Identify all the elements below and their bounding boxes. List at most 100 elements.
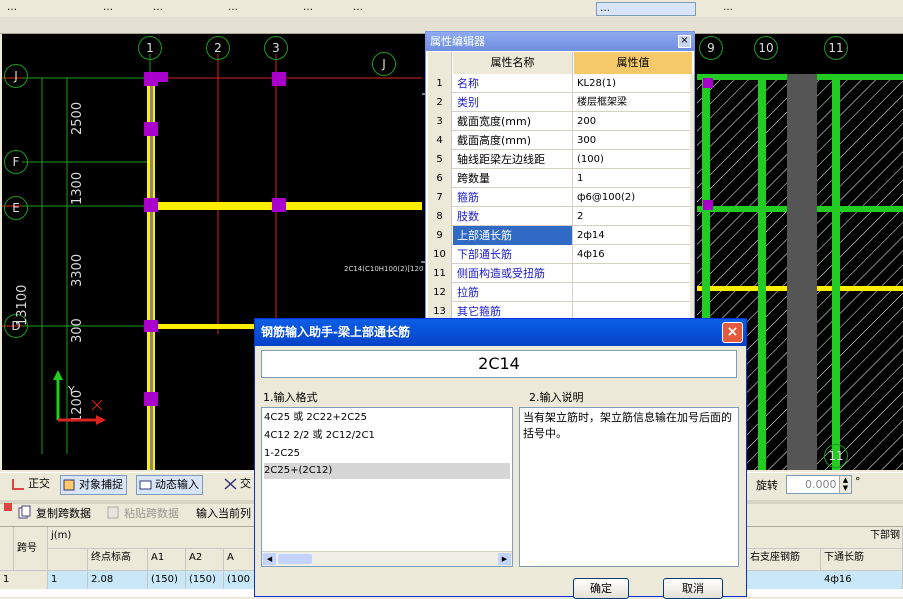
cell-end-elev[interactable]: 2.08 (88, 571, 148, 589)
rebar-dialog-titlebar[interactable]: 钢筋输入助手-梁上部通长筋 × (255, 319, 746, 346)
format-section-label: 1.输入格式 (263, 391, 318, 404)
dynamic-input-button[interactable]: 动态输入 (136, 475, 203, 495)
dimension-text: 2500 (70, 101, 85, 135)
list-item[interactable]: 4C25 或 2C22+2C25 (264, 410, 510, 426)
property-row-number: 11 (428, 264, 452, 283)
property-value[interactable] (574, 264, 692, 283)
toolbar-button-active[interactable]: … (596, 2, 696, 16)
property-row-number: 8 (428, 207, 452, 226)
dynamic-input-icon (139, 479, 152, 491)
property-value[interactable]: ф6@100(2) (574, 188, 692, 207)
ortho-label: 正交 (28, 477, 50, 490)
cell-bottom-long[interactable]: 4ф16 (821, 571, 903, 589)
property-row[interactable]: 1 名称 KL28(1) (428, 74, 692, 93)
col-header-group: j(m) (48, 527, 256, 549)
rotate-value: 0.000 (805, 478, 837, 491)
property-row[interactable]: 7 箍筋 ф6@100(2) (428, 188, 692, 207)
property-value[interactable] (574, 283, 692, 302)
list-item-selected[interactable]: 2C25+(2C12) (264, 463, 510, 479)
property-row-number: 6 (428, 169, 452, 188)
property-name: 类别 (453, 93, 573, 112)
property-row[interactable]: 8 肢数 2 (428, 207, 692, 226)
scroll-right-icon[interactable]: ▶ (498, 553, 511, 565)
close-icon[interactable]: × (722, 322, 743, 343)
property-row[interactable]: 12 拉筋 (428, 283, 692, 302)
rebar-input-dialog: 钢筋输入助手-梁上部通长筋 × 2C14 1.输入格式 2.输入说明 4C25 … (254, 318, 747, 599)
scrollbar[interactable] (690, 74, 694, 326)
horizontal-scrollbar[interactable]: ◀ ▶ (262, 551, 512, 566)
object-snap-label: 对象捕捉 (79, 478, 123, 491)
col-header-group-bottom: 下部钢 (747, 527, 903, 549)
cell-a2[interactable]: (150) (186, 571, 224, 589)
property-value[interactable]: 200 (574, 112, 692, 131)
ok-button[interactable]: 确定 (573, 578, 629, 599)
col-header-end-elev: 终点标高 (88, 549, 148, 571)
ortho-button[interactable]: 正交 (10, 475, 53, 495)
toolbar-button[interactable]: … (225, 2, 275, 16)
object-snap-button[interactable]: 对象捕捉 (60, 475, 127, 495)
copy-span-button[interactable]: 复制跨数据 (18, 505, 91, 521)
toolbar-button[interactable]: … (720, 2, 870, 16)
property-row-number: 5 (428, 150, 452, 169)
intersect-button[interactable]: 交 (222, 475, 258, 495)
toolbar-button[interactable]: … (4, 2, 44, 16)
property-row-number: 3 (428, 112, 452, 131)
panel-close-icon[interactable] (4, 503, 12, 511)
cell-a1[interactable]: (150) (148, 571, 186, 589)
property-editor-title: 属性编辑器 (430, 35, 485, 48)
ucs-icon (53, 370, 106, 425)
toolbar-dropdown[interactable]: … (300, 2, 340, 16)
dimension-text: 1300 (70, 171, 85, 205)
property-name: 轴线距梁左边线距 (453, 150, 573, 169)
property-row[interactable]: 5 轴线距梁左边线距 (100) (428, 150, 692, 169)
property-row[interactable]: 3 截面宽度(mm) 200 (428, 112, 692, 131)
axis-bubble: F (4, 150, 28, 174)
input-current-column-button[interactable]: 输入当前列 (196, 505, 256, 521)
scroll-left-icon[interactable]: ◀ (263, 553, 276, 565)
cell-span-no[interactable]: 1 (48, 571, 88, 589)
property-value[interactable]: 4ф16 (574, 245, 692, 264)
degree-label: ° (855, 475, 861, 488)
rebar-input-field[interactable]: 2C14 (261, 350, 737, 378)
property-row[interactable]: 6 跨数量 1 (428, 169, 692, 188)
toolbar-button[interactable]: … (350, 2, 390, 16)
close-icon[interactable]: × (678, 35, 691, 48)
list-item[interactable]: 4C12 2/2 或 2C12/2C1 (264, 428, 510, 444)
property-value[interactable]: 2ф14 (574, 226, 692, 245)
rotate-spinner[interactable]: ▲ ▼ (839, 476, 851, 493)
cancel-button[interactable]: 取消 (663, 578, 723, 599)
property-row[interactable]: 2 类别 楼层框架梁 (428, 93, 692, 112)
property-value[interactable]: 楼层框架梁 (574, 93, 692, 112)
toolbar-button[interactable]: … (150, 2, 200, 16)
paste-span-button[interactable]: 粘贴跨数据 (106, 505, 179, 521)
property-name: 截面宽度(mm) (453, 112, 573, 131)
property-value[interactable]: (100) (574, 150, 692, 169)
property-row[interactable]: 10 下部通长筋 4ф16 (428, 245, 692, 264)
paste-span-label: 粘贴跨数据 (124, 507, 179, 520)
format-list[interactable]: 4C25 或 2C22+2C25 4C12 2/2 或 2C12/2C1 1-2… (261, 407, 513, 567)
property-name: 侧面构造或受扭筋 (453, 264, 573, 283)
property-row-number: 7 (428, 188, 452, 207)
property-row[interactable]: 4 截面高度(mm) 300 (428, 131, 692, 150)
property-row[interactable]: 11 侧面构造或受扭筋 (428, 264, 692, 283)
property-value[interactable]: 1 (574, 169, 692, 188)
axis-bubble: 1 (138, 36, 162, 60)
toolbar-button[interactable]: … (100, 2, 140, 16)
property-name: 名称 (453, 74, 573, 93)
col-header-span-no: 跨号 (14, 527, 48, 571)
rotate-input[interactable]: 0.000 ▲ ▼ (786, 475, 852, 494)
list-item[interactable]: 1-2C25 (264, 446, 510, 462)
property-name: 跨数量 (453, 169, 573, 188)
property-row[interactable]: 9 上部通长筋 2ф14 (428, 226, 692, 245)
dimension-text: 3300 (70, 253, 85, 287)
scroll-thumb[interactable] (278, 554, 312, 564)
property-value[interactable]: 300 (574, 131, 692, 150)
rotate-label: 旋转 (756, 479, 778, 492)
property-value[interactable]: 2 (574, 207, 692, 226)
axis-bubble: E (4, 196, 28, 220)
cross-icon (224, 478, 237, 490)
cell-a3[interactable]: (100 (224, 571, 256, 589)
property-value[interactable]: KL28(1) (574, 74, 692, 93)
property-name: 拉筋 (453, 283, 573, 302)
property-editor-titlebar[interactable]: 属性编辑器 × (426, 32, 694, 51)
